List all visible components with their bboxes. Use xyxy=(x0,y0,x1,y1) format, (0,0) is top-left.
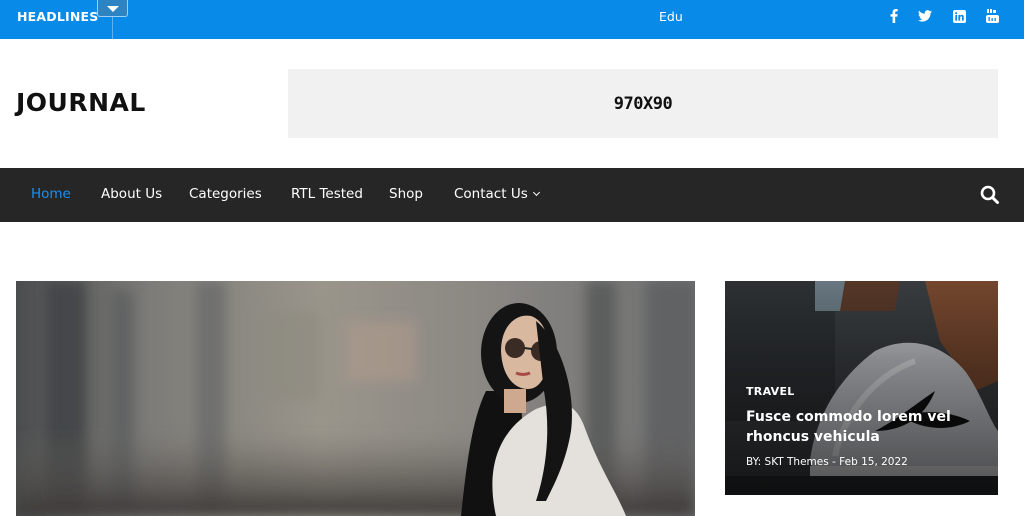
twitter-icon[interactable] xyxy=(916,7,934,25)
post-meta: BY: SKT Themes - Feb 15, 2022 xyxy=(746,456,908,468)
ad-size-label: 970X90 xyxy=(613,93,673,114)
search-button[interactable] xyxy=(980,185,1000,205)
woman-sunglasses-photo xyxy=(16,281,695,516)
post-category-label[interactable]: TRAVEL xyxy=(746,385,795,398)
nav-item-contact-us[interactable]: Contact Us xyxy=(454,186,540,202)
ad-banner[interactable]: 970X90 xyxy=(288,69,998,138)
headlines-label: HEADLINES xyxy=(17,9,99,24)
headline-ticker-text[interactable]: Edu xyxy=(659,9,683,24)
facebook-icon[interactable] xyxy=(885,7,903,25)
nav-item-contact-us-label: Contact Us xyxy=(454,186,528,202)
chevron-down-icon xyxy=(532,188,540,197)
ticker-divider xyxy=(112,17,113,39)
headlines-toggle-button[interactable] xyxy=(97,0,128,17)
nav-item-rtl-tested[interactable]: RTL Tested xyxy=(291,186,363,202)
post-title[interactable]: Fusce commodo lorem vel rhoncus vehicula xyxy=(746,407,966,447)
nav-item-home[interactable]: Home xyxy=(31,186,71,202)
search-icon xyxy=(980,185,999,204)
site-logo-title[interactable]: JOURNAL xyxy=(16,88,146,117)
featured-hero-image[interactable] xyxy=(16,281,695,516)
caret-down-icon xyxy=(106,5,119,12)
linkedin-icon[interactable] xyxy=(950,7,968,25)
nav-item-categories[interactable]: Categories xyxy=(189,186,262,202)
main-navigation: Home About Us Categories RTL Tested Shop… xyxy=(0,168,1024,222)
featured-post-card[interactable]: TRAVEL Fusce commodo lorem vel rhoncus v… xyxy=(725,281,998,495)
top-bar: HEADLINES Edu xyxy=(0,0,1024,39)
nav-item-shop[interactable]: Shop xyxy=(389,186,423,202)
nav-item-about-us[interactable]: About Us xyxy=(101,186,162,202)
youtube-icon[interactable] xyxy=(983,7,1001,25)
